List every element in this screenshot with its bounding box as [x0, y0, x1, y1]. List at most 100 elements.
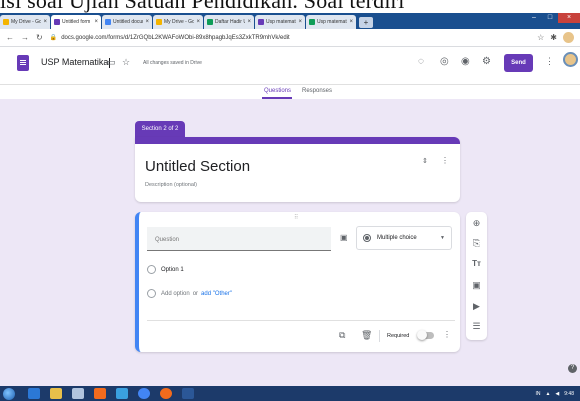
tab-label: My Drive - Googl [164, 19, 195, 25]
firefox-icon[interactable] [94, 388, 106, 399]
overlay-caption: isi soal Ujian Satuan Pendidikan. Soal t… [0, 0, 405, 13]
browser-tab[interactable]: My Drive - Googl× [153, 15, 203, 29]
close-icon[interactable]: × [145, 19, 149, 25]
browser-tab[interactable]: My Drive - Googl× [0, 15, 50, 29]
section-title[interactable]: Untitled Section [145, 158, 250, 175]
collapse-icon[interactable]: ⇕ [422, 157, 428, 165]
required-label: Required [387, 333, 410, 339]
tab-responses[interactable]: Responses [302, 88, 332, 94]
word-icon[interactable] [182, 388, 194, 399]
question-type-select[interactable]: Multiple choice ▼ [356, 226, 452, 250]
browser-tab[interactable]: Usp matematika× [306, 15, 356, 29]
forms-logo-icon[interactable] [17, 55, 29, 71]
sheets-icon [207, 19, 213, 25]
url-field[interactable]: 🔒 docs.google.com/forms/d/1ZrGQbL2KWAFoW… [50, 31, 531, 44]
chevron-down-icon: ▼ [440, 235, 445, 241]
section-description-input[interactable]: Description (optional) [145, 182, 197, 188]
add-section-icon[interactable]: ☰ [466, 321, 487, 332]
reload-icon[interactable]: ↻ [36, 33, 43, 42]
trash-icon[interactable]: 🗑 [361, 330, 372, 341]
forms-icon [54, 19, 60, 25]
folder-icon[interactable] [50, 388, 62, 399]
close-icon[interactable]: × [196, 19, 200, 25]
sheets-icon [309, 19, 315, 25]
option-label[interactable]: Option 1 [161, 267, 184, 273]
browser-tab-strip: My Drive - Googl× Untitled form - Go× Un… [0, 13, 580, 29]
option-row[interactable]: Option 1 [147, 265, 184, 274]
tab-label: Untitled documen [113, 19, 143, 25]
add-image-icon[interactable]: ▣ [466, 280, 487, 291]
new-tab-button[interactable]: + [359, 17, 373, 28]
volume-icon[interactable]: ◀ [555, 391, 559, 397]
back-icon[interactable]: ← [6, 33, 14, 42]
help-icon[interactable]: ? [568, 364, 577, 373]
start-button[interactable] [3, 387, 15, 400]
app-icon[interactable] [160, 388, 172, 399]
avatar[interactable] [563, 52, 578, 67]
active-tab-indicator [262, 97, 292, 99]
star-icon[interactable]: ☆ [537, 33, 544, 42]
more-vert-icon[interactable]: ⋮ [441, 156, 449, 165]
browser-tab[interactable]: Usp matematika× [255, 15, 305, 29]
customize-theme-icon[interactable]: ◌ [418, 56, 424, 67]
tab-questions[interactable]: Questions [264, 88, 291, 94]
window-controls: – □ × [526, 13, 580, 23]
extensions-icon[interactable]: ✱ [550, 33, 557, 42]
address-bar: ← → ↻ 🔒 docs.google.com/forms/d/1ZrGQbL2… [0, 29, 580, 47]
star-icon[interactable]: ☆ [122, 57, 130, 68]
close-icon[interactable]: × [298, 19, 302, 25]
browser-tab[interactable]: Untitled form - Go× [51, 15, 101, 29]
close-icon[interactable]: × [349, 19, 353, 25]
folder-icon[interactable]: ▭ [107, 57, 116, 68]
question-card[interactable]: ⠿ Question ▣ Multiple choice ▼ Option 1 … [135, 212, 460, 352]
close-icon[interactable]: × [94, 19, 98, 25]
tab-label: My Drive - Googl [11, 19, 42, 25]
form-title: USP Matematika [41, 57, 109, 67]
avatar[interactable] [563, 32, 574, 43]
close-icon[interactable]: × [43, 19, 47, 25]
browser-tab[interactable]: Untitled documen× [102, 15, 152, 29]
divider [147, 320, 455, 321]
add-title-icon[interactable]: Tт [466, 259, 487, 268]
url-text: docs.google.com/forms/d/1ZrGQbL2KWAFoWOb… [61, 34, 290, 41]
more-vert-icon[interactable]: ⋮ [443, 330, 451, 339]
close-icon[interactable]: × [247, 19, 251, 25]
drag-handle-icon[interactable]: ⠿ [294, 214, 298, 221]
question-placeholder: Question [155, 237, 180, 243]
tab-label: Daftar Hadir Ujian [215, 19, 246, 25]
language-indicator[interactable]: IN [535, 391, 540, 397]
divider [379, 330, 380, 342]
close-window-icon[interactable]: × [558, 13, 580, 23]
network-icon[interactable]: ▲ [545, 391, 550, 397]
more-vert-icon[interactable]: ⋮ [545, 56, 554, 67]
drive-icon [156, 19, 162, 25]
forms-header: USP Matematika ▭ ☆ All changes saved in … [0, 47, 580, 99]
form-title-input[interactable]: USP Matematika [41, 57, 111, 68]
tab-label: Usp matematika [317, 19, 347, 25]
settings-icon[interactable]: ⚙ [482, 56, 491, 67]
minimize-icon[interactable]: – [526, 13, 542, 23]
add-option-link[interactable]: Add option [161, 291, 190, 297]
clock[interactable]: 9:48 [564, 391, 574, 397]
add-video-icon[interactable]: ▶ [466, 301, 487, 312]
question-input[interactable]: Question [147, 227, 331, 251]
maximize-icon[interactable]: □ [542, 13, 558, 23]
add-other-link[interactable]: add "Other" [201, 291, 232, 297]
section-header-card[interactable]: Untitled Section Description (optional) … [135, 137, 460, 202]
drive-icon [3, 19, 9, 25]
send-button[interactable]: Send [504, 54, 533, 72]
forward-icon[interactable]: → [21, 33, 29, 42]
add-question-icon[interactable]: ⊕ [466, 218, 487, 229]
preview-icon[interactable]: ◎ [440, 56, 449, 67]
media-icon[interactable] [72, 388, 84, 399]
ie-icon[interactable] [28, 388, 40, 399]
duplicate-icon[interactable]: ⧉ [339, 330, 345, 341]
required-toggle[interactable] [417, 330, 434, 340]
app-icon[interactable] [116, 388, 128, 399]
chrome-icon[interactable] [138, 388, 150, 399]
system-tray: IN ▲ ◀ 9:48 [530, 391, 580, 397]
eye-icon[interactable]: ◉ [461, 56, 470, 67]
import-questions-icon[interactable]: ⎘ [466, 238, 487, 249]
browser-tab[interactable]: Daftar Hadir Ujian× [204, 15, 254, 29]
add-image-icon[interactable]: ▣ [340, 233, 348, 242]
